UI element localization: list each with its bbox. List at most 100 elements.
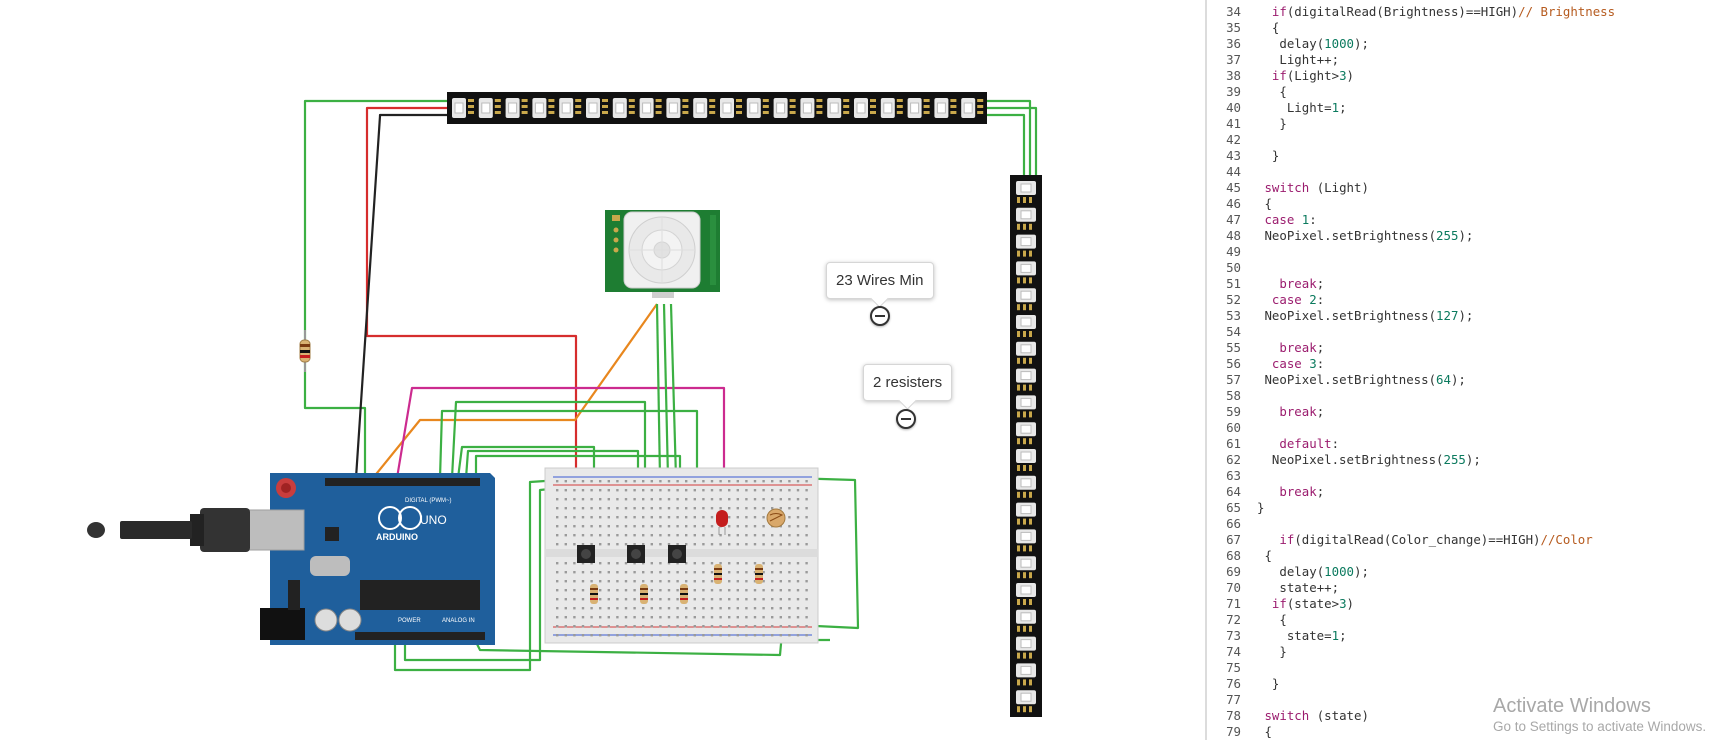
code-line[interactable]: 43 } [1207, 148, 1732, 164]
code-text: default: [1279, 436, 1340, 451]
code-text: { [1264, 724, 1272, 739]
code-line[interactable]: 40 Light=1; [1207, 100, 1732, 116]
arduino-brand-label: ARDUINO [376, 532, 418, 542]
line-number: 52 [1226, 292, 1241, 307]
wire-black-strip-ground [354, 113, 450, 479]
line-number: 60 [1226, 420, 1241, 435]
neopixel-strip-horizontal [447, 92, 987, 124]
code-line[interactable]: 66 [1207, 516, 1732, 532]
code-text: if(digitalRead(Color_change)==HIGH)//Col… [1279, 532, 1593, 547]
code-line[interactable]: 73 state=1; [1207, 628, 1732, 644]
code-line[interactable]: 57 NeoPixel.setBrightness(64); [1207, 372, 1732, 388]
line-number: 40 [1226, 100, 1241, 115]
code-line[interactable]: 42 [1207, 132, 1732, 148]
code-text: break; [1279, 340, 1325, 355]
code-line[interactable]: 74 } [1207, 644, 1732, 660]
code-line[interactable]: 47 case 1: [1207, 212, 1732, 228]
line-number: 58 [1226, 388, 1241, 403]
code-line[interactable]: 58 [1207, 388, 1732, 404]
code-line[interactable]: 72 { [1207, 612, 1732, 628]
code-line[interactable]: 76 } [1207, 676, 1732, 692]
code-line[interactable]: 56 case 3: [1207, 356, 1732, 372]
code-line[interactable]: 50 [1207, 260, 1732, 276]
code-line[interactable]: 54 [1207, 324, 1732, 340]
code-text: { [1279, 84, 1287, 99]
code-text: NeoPixel.setBrightness(127); [1264, 308, 1474, 323]
wire-green-d2 [450, 400, 647, 479]
code-text: if(Light>3) [1271, 68, 1354, 83]
code-line[interactable]: 68 { [1207, 548, 1732, 564]
code-line[interactable]: 35 { [1207, 20, 1732, 36]
code-text: Light++; [1279, 52, 1340, 67]
code-line[interactable]: 65} [1207, 500, 1732, 516]
code-editor[interactable]: 34 if(digitalRead(Brightness)==HIGH)// B… [1207, 0, 1732, 740]
code-line[interactable]: 45 switch (Light) [1207, 180, 1732, 196]
code-line[interactable]: 55 break; [1207, 340, 1732, 356]
line-number: 77 [1226, 692, 1241, 707]
line-number: 36 [1226, 36, 1241, 51]
line-number: 46 [1226, 196, 1241, 211]
line-number: 65 [1226, 500, 1241, 515]
code-line[interactable]: 37 Light++; [1207, 52, 1732, 68]
resistor-icon [299, 330, 311, 372]
code-line[interactable]: 67 if(digitalRead(Color_change)==HIGH)//… [1207, 532, 1732, 548]
code-line[interactable]: 63 [1207, 468, 1732, 484]
code-line[interactable]: 61 default: [1207, 436, 1732, 452]
circuit-diagram[interactable]: ARDUINO UNO DIGITAL (PWM~) POWER ANALOG … [0, 0, 1205, 740]
annotation-pin-icon[interactable] [896, 409, 916, 429]
code-line[interactable]: 59 break; [1207, 404, 1732, 420]
code-text: NeoPixel.setBrightness(64); [1264, 372, 1466, 387]
code-text: } [1271, 676, 1280, 691]
code-line[interactable]: 51 break; [1207, 276, 1732, 292]
activate-windows-watermark: Activate Windows Go to Settings to activ… [1493, 694, 1706, 736]
annotation-wires-note[interactable]: 23 Wires Min [826, 262, 934, 299]
code-line[interactable]: 53 NeoPixel.setBrightness(127); [1207, 308, 1732, 324]
line-number: 35 [1226, 20, 1241, 35]
wire-green-strip-link-2 [987, 106, 1038, 178]
wire-green-pir-b [662, 303, 670, 479]
code-line[interactable]: 39 { [1207, 84, 1732, 100]
code-line[interactable]: 38 if(Light>3) [1207, 68, 1732, 84]
code-line[interactable]: 36 delay(1000); [1207, 36, 1732, 52]
arduino-analog-label: ANALOG IN [442, 618, 475, 624]
line-number: 67 [1226, 532, 1241, 547]
code-text: { [1279, 612, 1287, 627]
line-number: 70 [1226, 580, 1241, 595]
circuit-canvas[interactable]: ARDUINO UNO DIGITAL (PWM~) POWER ANALOG … [0, 0, 1205, 740]
code-line[interactable]: 49 [1207, 244, 1732, 260]
code-line[interactable]: 62 NeoPixel.setBrightness(255); [1207, 452, 1732, 468]
annotation-pin-icon[interactable] [870, 306, 890, 326]
code-line[interactable]: 70 state++; [1207, 580, 1732, 596]
line-number: 54 [1226, 324, 1241, 339]
code-line[interactable]: 44 [1207, 164, 1732, 180]
code-text: } [1271, 148, 1280, 163]
code-line[interactable]: 71 if(state>3) [1207, 596, 1732, 612]
code-text: { [1264, 548, 1272, 563]
code-line[interactable]: 52 case 2: [1207, 292, 1732, 308]
code-text: { [1264, 196, 1272, 211]
resistor-icon [714, 564, 722, 584]
code-text: } [1279, 116, 1287, 131]
annotation-resisters-note[interactable]: 2 resisters [863, 364, 953, 401]
code-line[interactable]: 64 break; [1207, 484, 1732, 500]
line-number: 56 [1226, 356, 1241, 371]
code-line[interactable]: 75 [1207, 660, 1732, 676]
code-line[interactable]: 34 if(digitalRead(Brightness)==HIGH)// B… [1207, 4, 1732, 20]
line-number: 79 [1226, 724, 1241, 739]
resistor-icon [640, 584, 648, 604]
line-number: 62 [1226, 452, 1241, 467]
arduino-digital-label: DIGITAL (PWM~) [405, 498, 452, 504]
code-line[interactable]: 46 { [1207, 196, 1732, 212]
line-number: 48 [1226, 228, 1241, 243]
line-number: 37 [1226, 52, 1241, 67]
code-text: { [1271, 20, 1280, 35]
resistor-icon [755, 564, 763, 584]
code-line[interactable]: 69 delay(1000); [1207, 564, 1732, 580]
code-line[interactable]: 41 } [1207, 116, 1732, 132]
line-number: 64 [1226, 484, 1241, 499]
code-line[interactable]: 48 NeoPixel.setBrightness(255); [1207, 228, 1732, 244]
line-number: 51 [1226, 276, 1241, 291]
code-line[interactable]: 60 [1207, 420, 1732, 436]
pushbutton-icon [577, 545, 595, 563]
line-number: 71 [1226, 596, 1241, 611]
